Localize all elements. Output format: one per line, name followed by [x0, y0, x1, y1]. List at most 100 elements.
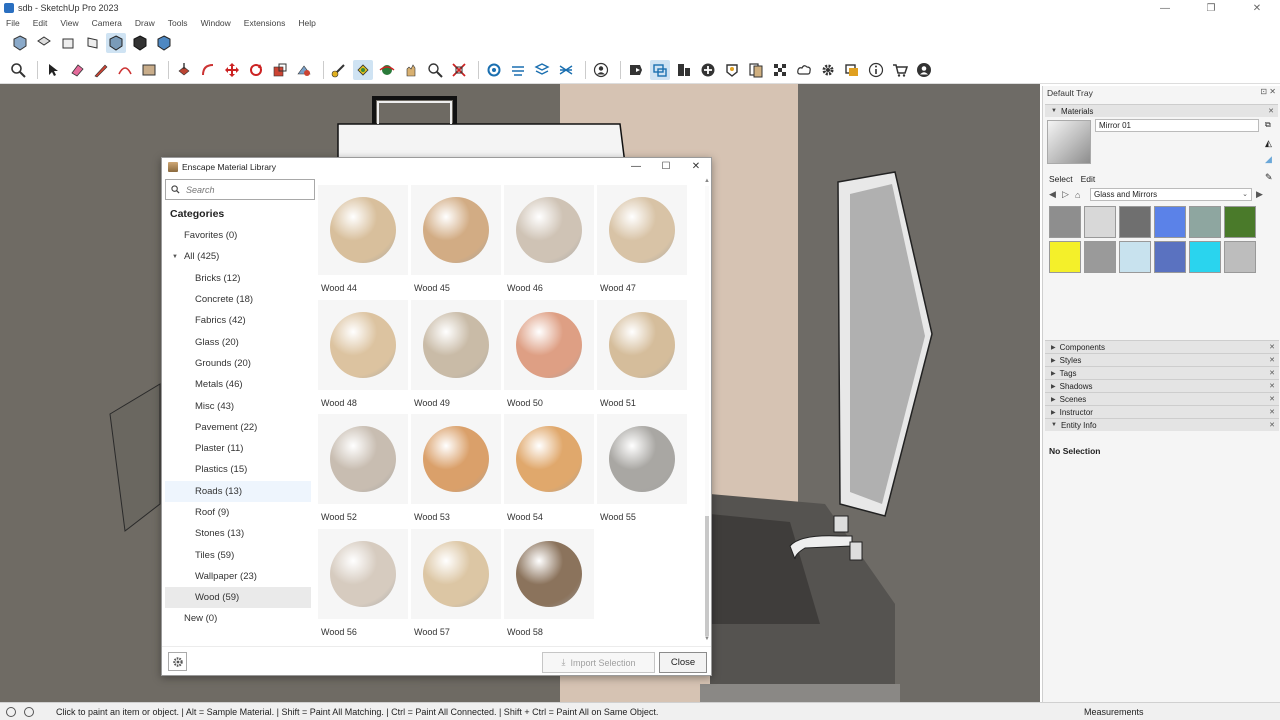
material-swatch[interactable] [1154, 206, 1186, 238]
category-item[interactable]: Concrete (18) [165, 289, 311, 310]
panel-header[interactable]: ▶ Components ✕ [1045, 340, 1279, 353]
material-tile[interactable]: Wood 50 [504, 299, 594, 408]
category-item[interactable]: Plastics (15) [165, 459, 311, 480]
rectangle-icon[interactable] [139, 60, 159, 80]
orbit-icon[interactable] [377, 60, 397, 80]
material-swatch[interactable] [1154, 241, 1186, 273]
search-input[interactable] [186, 184, 306, 195]
top-view-icon[interactable] [34, 33, 54, 53]
material-tile[interactable]: Wood 53 [411, 414, 501, 522]
expand-arrow-icon[interactable]: ▼ [172, 254, 178, 260]
help-circle-icon[interactable] [6, 706, 16, 717]
material-tile[interactable]: Wood 54 [504, 414, 594, 522]
panel-close-icon[interactable]: ✕ [1269, 369, 1275, 377]
eraser-icon[interactable] [67, 60, 87, 80]
category-item[interactable]: Plaster (11) [165, 438, 311, 459]
dialog-minimize-button[interactable]: — [621, 158, 651, 175]
user-profile-icon[interactable] [914, 60, 934, 80]
material-swatch[interactable] [1084, 241, 1116, 273]
paint-bucket-icon[interactable] [353, 59, 373, 80]
material-swatch[interactable] [1119, 241, 1151, 273]
iso-view-icon[interactable] [10, 33, 30, 53]
material-tile[interactable]: Wood 46 [504, 185, 594, 293]
back-arrow-icon[interactable]: ◀ [1049, 189, 1062, 200]
paint-bucket-small-icon[interactable]: ◭ [1265, 138, 1272, 149]
panel-header[interactable]: ▼ Entity Info ✕ [1045, 418, 1279, 431]
category-item[interactable]: New (0) [165, 608, 311, 629]
details-arrow-icon[interactable]: ▶ [1256, 189, 1269, 200]
textured-style-icon[interactable] [154, 33, 174, 53]
category-item[interactable]: Tiles (59) [165, 544, 311, 565]
panel-close-icon[interactable]: ✕ [1268, 107, 1274, 115]
forward-arrow-icon[interactable]: ▷ [1062, 189, 1075, 200]
material-swatch[interactable] [1049, 241, 1081, 273]
material-tile[interactable]: Wood 56 [318, 528, 408, 637]
materials-panel-header[interactable]: ▼ Materials ✕ [1045, 104, 1278, 117]
zoom-window-icon[interactable] [425, 60, 445, 80]
scale-icon[interactable] [270, 60, 290, 80]
scroll-up-arrow-icon[interactable]: ▲ [704, 178, 710, 184]
right-view-icon[interactable] [82, 33, 102, 53]
category-item[interactable]: Pavement (22) [165, 417, 311, 438]
dialog-close-icon[interactable]: ✕ [681, 158, 711, 175]
tray-pin-close-icon[interactable]: ⊡ ✕ [1260, 87, 1276, 96]
material-swatch[interactable] [1119, 206, 1151, 238]
material-tile[interactable]: Wood 44 [318, 185, 408, 293]
account-icon[interactable] [591, 60, 611, 80]
info-icon[interactable] [866, 60, 886, 80]
upload-cloud-icon[interactable] [794, 60, 814, 80]
enscape-sync-icon[interactable] [650, 59, 670, 80]
category-item[interactable]: Glass (20) [165, 331, 311, 352]
pencil-line-icon[interactable] [91, 60, 111, 80]
close-window-button[interactable]: ✕ [1234, 0, 1280, 16]
material-tile[interactable]: Wood 58 [504, 528, 594, 637]
material-swatch[interactable] [1049, 206, 1081, 238]
settings-button[interactable] [168, 652, 187, 671]
scrollbar-thumb[interactable] [705, 516, 709, 636]
panel-header[interactable]: ▶ Instructor ✕ [1045, 405, 1279, 418]
material-tile[interactable]: Wood 49 [411, 299, 501, 408]
category-item[interactable]: Wood (59) [165, 587, 311, 609]
menu-tools[interactable]: Tools [168, 18, 188, 28]
tab-select[interactable]: Select [1049, 174, 1073, 184]
tab-edit[interactable]: Edit [1081, 174, 1096, 184]
panel-header[interactable]: ▶ Scenes ✕ [1045, 392, 1279, 405]
library-select[interactable]: Glass and Mirrors ⌄ [1090, 188, 1252, 201]
menu-file[interactable]: File [6, 18, 20, 28]
tape-measure-icon[interactable] [329, 60, 349, 80]
select-arrow-icon[interactable] [43, 60, 63, 80]
material-tile[interactable]: Wood 48 [318, 299, 408, 408]
panel-close-icon[interactable]: ✕ [1269, 343, 1275, 351]
menu-window[interactable]: Window [201, 18, 231, 28]
enscape-start-icon[interactable] [626, 60, 646, 80]
sample-paint-icon[interactable]: ◢ [1265, 154, 1272, 165]
monochrome-style-icon[interactable] [130, 33, 150, 53]
home-icon[interactable]: ⌂ [1075, 190, 1088, 200]
category-item[interactable]: ▼ All (425) [165, 246, 311, 267]
shaded-style-icon[interactable] [106, 33, 126, 53]
category-item[interactable]: Wallpaper (23) [165, 566, 311, 587]
category-item[interactable]: Roof (9) [165, 502, 311, 523]
rotate-icon[interactable] [246, 60, 266, 80]
maximize-button[interactable]: ❐ [1188, 0, 1234, 16]
section-cuts-icon[interactable] [508, 60, 528, 80]
panel-header[interactable]: ▶ Tags ✕ [1045, 366, 1279, 379]
material-swatch[interactable] [1224, 206, 1256, 238]
menu-view[interactable]: View [60, 18, 78, 28]
menu-draw[interactable]: Draw [135, 18, 155, 28]
category-item[interactable]: Favorites (0) [165, 225, 311, 246]
zoom-icon[interactable] [8, 60, 28, 80]
panel-close-icon[interactable]: ✕ [1269, 382, 1275, 390]
pan-icon[interactable] [401, 60, 421, 80]
menu-extensions[interactable]: Extensions [244, 18, 286, 28]
section-fill-icon[interactable] [532, 60, 552, 80]
enscape-asset-icon[interactable] [722, 60, 742, 80]
shopping-cart-icon[interactable] [890, 60, 910, 80]
zoom-extents-icon[interactable] [449, 60, 469, 80]
front-view-icon[interactable] [58, 33, 78, 53]
material-tile[interactable]: Wood 52 [318, 414, 408, 522]
panel-close-icon[interactable]: ✕ [1269, 356, 1275, 364]
material-tile[interactable]: Wood 51 [597, 299, 687, 408]
panel-header[interactable]: ▶ Shadows ✕ [1045, 379, 1279, 392]
category-item[interactable]: Metals (46) [165, 374, 311, 395]
